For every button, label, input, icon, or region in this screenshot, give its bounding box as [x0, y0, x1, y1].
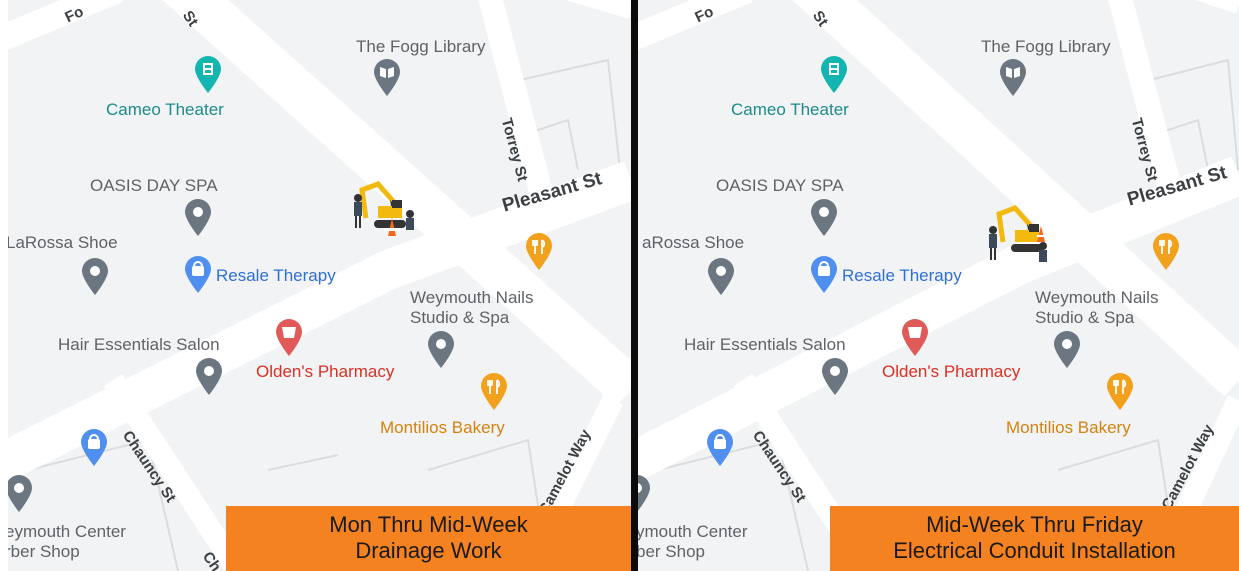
construction-excavator-icon[interactable] — [985, 202, 1055, 262]
barber-pin-icon[interactable] — [638, 474, 652, 514]
place-label-resale-therapy: Resale Therapy — [842, 266, 962, 285]
salon-pin-icon[interactable] — [820, 357, 850, 397]
bakery-pin-icon-upper[interactable] — [524, 232, 554, 272]
place-label-montilios-bakery: Montilios Bakery — [380, 418, 505, 437]
place-label-cameo-theater: Cameo Theater — [731, 100, 849, 119]
place-label-larossa-shoe: aRossa Shoe — [642, 233, 745, 252]
place-label-oldens-pharmacy: Olden's Pharmacy — [882, 362, 1021, 381]
place-label-weymouth-center: eymouth Center — [8, 522, 126, 541]
salon-pin-icon[interactable] — [194, 357, 224, 397]
library-pin-icon[interactable] — [372, 58, 402, 98]
place-label-oldens-pharmacy: Olden's Pharmacy — [256, 362, 395, 381]
place-label-studio-spa: Studio & Spa — [1035, 308, 1135, 327]
pharmacy-pin-icon[interactable] — [900, 318, 930, 358]
place-label-oasis-day-spa: OASIS DAY SPA — [90, 176, 218, 195]
place-label-cameo-theater: Cameo Theater — [106, 100, 224, 119]
schedule-banner-line1: Mid-Week Thru Friday — [926, 512, 1143, 537]
resale-shop-pin-icon[interactable] — [809, 255, 839, 295]
schedule-banner: Mid-Week Thru Friday Electrical Conduit … — [830, 506, 1239, 571]
place-label-barber-shop: ber Shop — [638, 542, 705, 561]
shoe-pin-icon[interactable] — [706, 257, 736, 297]
spa-pin-icon[interactable] — [183, 198, 213, 238]
place-label-fogg-library: The Fogg Library — [981, 37, 1111, 56]
place-label-larossa-shoe: LaRossa Shoe — [8, 233, 118, 252]
resale-shop-pin-icon[interactable] — [183, 255, 213, 295]
place-label-weymouth-center: ymouth Center — [638, 522, 748, 541]
theater-pin-icon[interactable] — [193, 55, 223, 95]
place-label-resale-therapy: Resale Therapy — [216, 266, 336, 285]
bakery-pin-icon[interactable] — [479, 372, 509, 412]
shopping-pin-icon[interactable] — [705, 428, 735, 468]
place-label-fogg-library: The Fogg Library — [356, 37, 486, 56]
shopping-pin-icon[interactable] — [79, 428, 109, 468]
bakery-pin-icon[interactable] — [1105, 372, 1135, 412]
bakery-pin-icon-upper[interactable] — [1151, 232, 1181, 272]
schedule-banner-line2: Electrical Conduit Installation — [893, 538, 1176, 563]
schedule-banner-line2: Drainage Work — [355, 538, 502, 563]
place-label-weymouth-nails: Weymouth Nails — [1035, 288, 1159, 307]
place-label-hair-essentials: Hair Essentials Salon — [58, 335, 220, 354]
pharmacy-pin-icon[interactable] — [274, 318, 304, 358]
spa-pin-icon[interactable] — [809, 198, 839, 238]
map-panel-right[interactable]: Pleasant St Torrey St Chauncy St Camelot… — [638, 0, 1239, 571]
place-label-weymouth-nails: Weymouth Nails — [410, 288, 534, 307]
library-pin-icon[interactable] — [998, 58, 1028, 98]
place-label-montilios-bakery: Montilios Bakery — [1006, 418, 1131, 437]
schedule-banner: Mon Thru Mid-Week Drainage Work — [226, 506, 631, 571]
place-label-studio-spa: Studio & Spa — [410, 308, 510, 327]
panel-divider — [631, 0, 638, 571]
theater-pin-icon[interactable] — [819, 55, 849, 95]
place-label-hair-essentials: Hair Essentials Salon — [684, 335, 846, 354]
nails-pin-icon[interactable] — [426, 330, 456, 370]
barber-pin-icon[interactable] — [8, 474, 34, 514]
place-label-oasis-day-spa: OASIS DAY SPA — [716, 176, 844, 195]
construction-excavator-icon[interactable] — [348, 178, 418, 238]
schedule-banner-line1: Mon Thru Mid-Week — [329, 512, 528, 537]
nails-pin-icon[interactable] — [1052, 330, 1082, 370]
shoe-pin-icon[interactable] — [80, 257, 110, 297]
place-label-barber-shop: rber Shop — [8, 542, 80, 561]
map-panel-left[interactable]: Pleasant St Torrey St Chauncy St Camelot… — [8, 0, 631, 571]
